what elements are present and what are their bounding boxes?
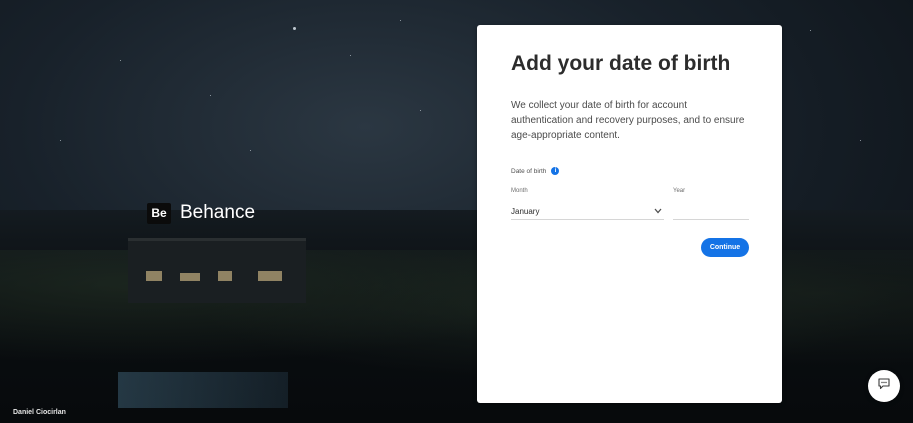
feedback-button[interactable] [868,370,900,402]
continue-button[interactable]: Continue [701,238,749,257]
behance-brand: Be Behance [147,202,255,224]
description: We collect your date of birth for accoun… [511,100,745,141]
month-label: Month [511,188,528,194]
page-title: Add your date of birth [511,52,731,75]
chat-feedback-icon [877,377,891,396]
dob-label: Date of birth i [511,167,560,175]
photo-credit: Daniel Ciocirlan [13,409,66,416]
year-input[interactable] [673,203,749,220]
behance-logo: Be [147,202,171,224]
brand-name: Behance [180,202,256,223]
year-label: Year [673,188,686,194]
month-select[interactable]: January [511,203,664,220]
info-icon[interactable]: i [551,167,560,175]
house-silhouette [128,238,306,303]
month-value: January [511,206,540,216]
dob-label-text: Date of birth [511,167,547,175]
dob-card: Add your date of birth We collect your d… [477,25,782,403]
chevron-down-icon [654,207,662,216]
